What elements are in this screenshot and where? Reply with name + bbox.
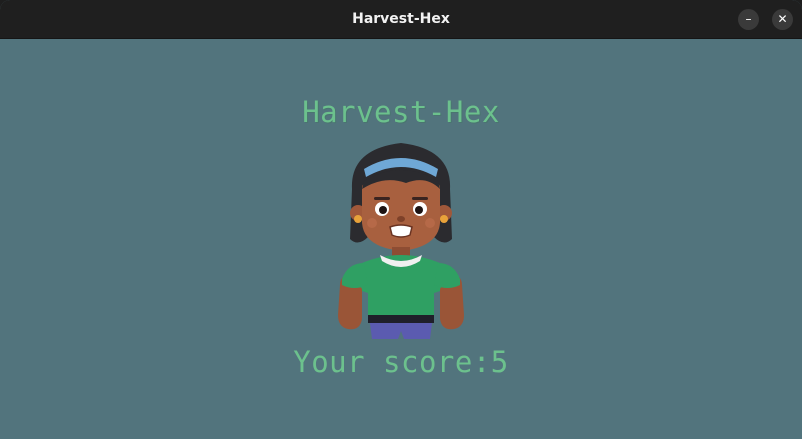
score-label: Your score:	[293, 345, 491, 379]
score-value: 5	[490, 345, 509, 379]
game-canvas[interactable]: Harvest-Hex Your score:5	[0, 39, 802, 439]
title-bar[interactable]: Harvest-Hex – ✕	[0, 0, 802, 39]
app-window: Harvest-Hex – ✕ Harvest-Hex Your score:5	[0, 0, 802, 439]
minimize-button[interactable]: –	[738, 9, 759, 30]
score-display: Your score:5	[0, 345, 802, 379]
close-button[interactable]: ✕	[772, 9, 793, 30]
game-title: Harvest-Hex	[302, 95, 500, 129]
player-character-icon	[338, 143, 464, 339]
window-title: Harvest-Hex	[352, 11, 450, 27]
